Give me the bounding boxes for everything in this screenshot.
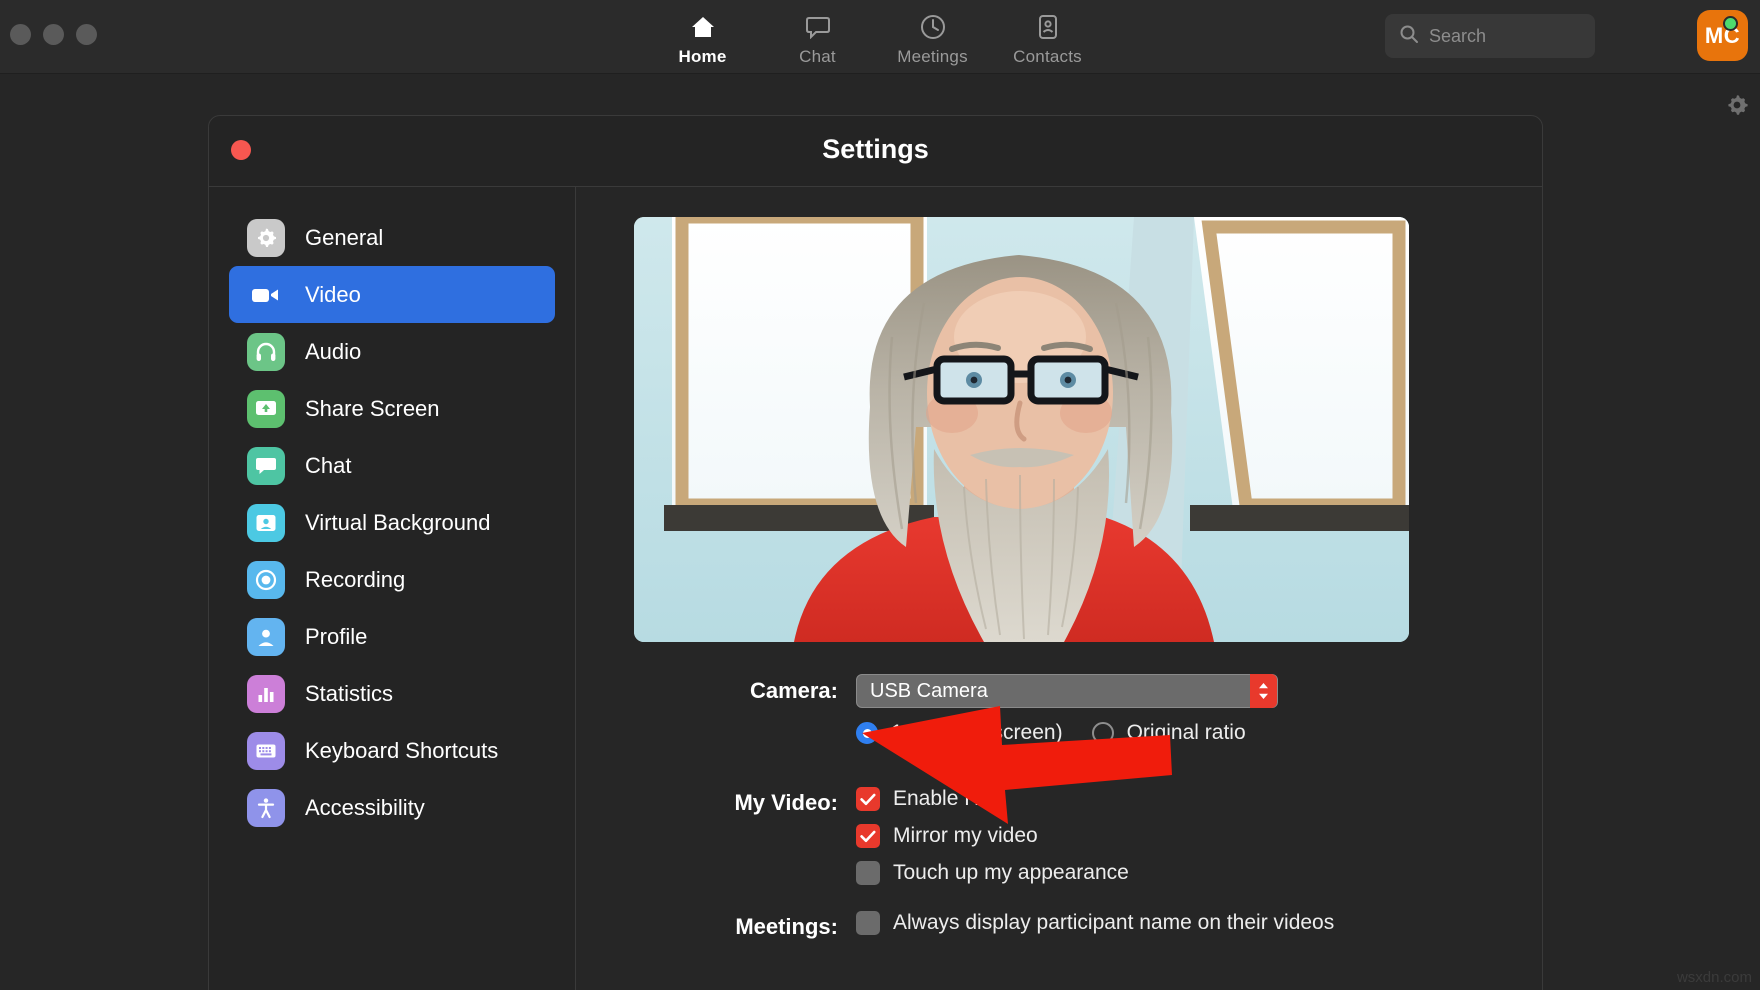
sidebar-item-keyboard-shortcuts[interactable]: Keyboard Shortcuts — [229, 722, 555, 779]
sidebar-item-label: Statistics — [305, 680, 394, 706]
clock-icon — [920, 14, 946, 40]
sidebar-item-label: Recording — [305, 566, 406, 592]
accessibility-icon — [247, 788, 285, 827]
sidebar-item-label: Chat — [305, 452, 352, 478]
person-icon — [247, 617, 285, 656]
nav-tab-home[interactable]: Home — [645, 6, 760, 67]
avatar[interactable]: MC — [1697, 10, 1748, 61]
nav-tab-chat-label: Chat — [799, 47, 836, 66]
search-placeholder: Search — [1429, 25, 1487, 46]
sidebar-item-profile[interactable]: Profile — [229, 608, 555, 665]
checkbox-touch-up-my-appearance-label: Touch up my appearance — [893, 861, 1129, 884]
checkbox-enable-hd-row: Enable HD — [856, 787, 995, 811]
watermark: wsxdn.com — [1676, 969, 1752, 986]
zoom-app-window: Home Chat Meetings Contacts Search MC Se… — [0, 0, 1760, 990]
sidebar-item-virtual-background[interactable]: Virtual Background — [229, 494, 555, 551]
aspect-ratio-row: 16:9 (Widescreen) Original ratio — [856, 721, 1246, 745]
camera-label: Camera: — [749, 678, 838, 703]
camera-select-stepper[interactable] — [1250, 674, 1277, 708]
nav-tab-meetings-label: Meetings — [897, 47, 968, 66]
sidebar-item-audio[interactable]: Audio — [229, 323, 555, 380]
checkbox-mirror-my-video[interactable] — [856, 824, 880, 848]
sidebar-item-label: Profile — [305, 623, 368, 649]
video-settings-panel: Camera: USB Camera 16:9 (Widescreen) Ori — [576, 186, 1542, 990]
nav-tab-home-label: Home — [678, 47, 727, 66]
sidebar-item-accessibility[interactable]: Accessibility — [229, 779, 555, 836]
sidebar-item-label: Keyboard Shortcuts — [305, 737, 499, 763]
meetings-label: Meetings: — [735, 914, 838, 939]
app-titlebar: Home Chat Meetings Contacts Search MC — [0, 0, 1760, 74]
settings-sidebar: General Video Audio Share Screen Chat Vi… — [209, 186, 576, 990]
sidebar-item-label: General — [305, 224, 384, 250]
chat-bubble-icon — [247, 446, 285, 485]
main-navigation: Home Chat Meetings Contacts — [645, 6, 1105, 67]
record-circle-icon — [247, 560, 285, 599]
gear-icon — [247, 218, 285, 257]
sidebar-item-label: Share Screen — [305, 395, 440, 421]
checkbox-touch-up-row: Touch up my appearance — [856, 861, 1129, 885]
sidebar-item-label: Video — [305, 281, 361, 307]
nav-tab-meetings[interactable]: Meetings — [875, 6, 990, 67]
checkbox-enable-hd-label: Enable HD — [893, 787, 995, 810]
window-traffic-lights — [10, 24, 97, 45]
my-video-label: My Video: — [734, 790, 838, 815]
home-icon — [690, 14, 716, 40]
keyboard-icon — [247, 731, 285, 770]
nav-tab-chat[interactable]: Chat — [760, 6, 875, 67]
radio-original-ratio-label: Original ratio — [1126, 721, 1246, 744]
nav-tab-contacts[interactable]: Contacts — [990, 6, 1105, 67]
radio-16-9[interactable] — [856, 722, 878, 744]
checkbox-mirror-video-row: Mirror my video — [856, 824, 1038, 848]
window-maximize-button[interactable] — [76, 24, 97, 45]
camera-row: Camera: USB Camera — [576, 674, 1542, 708]
checkbox-enable-hd[interactable] — [856, 787, 880, 811]
window-minimize-button[interactable] — [43, 24, 64, 45]
sidebar-item-video[interactable]: Video — [229, 266, 555, 323]
bar-chart-icon — [247, 674, 285, 713]
radio-16-9-label: 16:9 (Widescreen) — [891, 721, 1063, 744]
sidebar-item-share-screen[interactable]: Share Screen — [229, 380, 555, 437]
checkbox-always-display-participant-name-label: Always display participant name on their… — [893, 911, 1335, 934]
headphones-icon — [247, 332, 285, 371]
settings-gear-icon[interactable] — [1724, 92, 1750, 118]
sidebar-item-label: Accessibility — [305, 794, 425, 820]
radio-original-ratio[interactable] — [1091, 722, 1114, 744]
search-icon — [1399, 24, 1419, 49]
window-close-button[interactable] — [10, 24, 31, 45]
settings-window: Settings General Video Audio Share Scree… — [208, 115, 1543, 990]
contact-card-icon — [1037, 14, 1059, 40]
sidebar-item-chat[interactable]: Chat — [229, 437, 555, 494]
search-input[interactable]: Search — [1385, 14, 1595, 58]
checkbox-mirror-my-video-label: Mirror my video — [893, 824, 1038, 847]
chat-bubble-icon — [805, 14, 831, 40]
settings-titlebar: Settings — [209, 116, 1542, 186]
nav-tab-contacts-label: Contacts — [1013, 47, 1082, 66]
settings-title: Settings — [822, 134, 929, 164]
checkbox-always-display-participant-name[interactable] — [856, 911, 880, 935]
sidebar-item-recording[interactable]: Recording — [229, 551, 555, 608]
status-badge — [1723, 16, 1738, 31]
checkbox-display-participant-name-row: Always display participant name on their… — [856, 911, 1334, 935]
sidebar-item-label: Virtual Background — [305, 509, 491, 535]
camera-select-value: USB Camera — [870, 679, 988, 702]
camera-preview — [634, 217, 1409, 642]
sidebar-item-label: Audio — [305, 338, 362, 364]
checkbox-touch-up-my-appearance[interactable] — [856, 861, 880, 885]
sidebar-item-statistics[interactable]: Statistics — [229, 665, 555, 722]
camera-select[interactable]: USB Camera — [856, 674, 1278, 708]
share-screen-icon — [247, 389, 285, 428]
video-camera-icon — [247, 276, 285, 314]
person-frame-icon — [247, 503, 285, 542]
sidebar-item-general[interactable]: General — [229, 209, 555, 266]
